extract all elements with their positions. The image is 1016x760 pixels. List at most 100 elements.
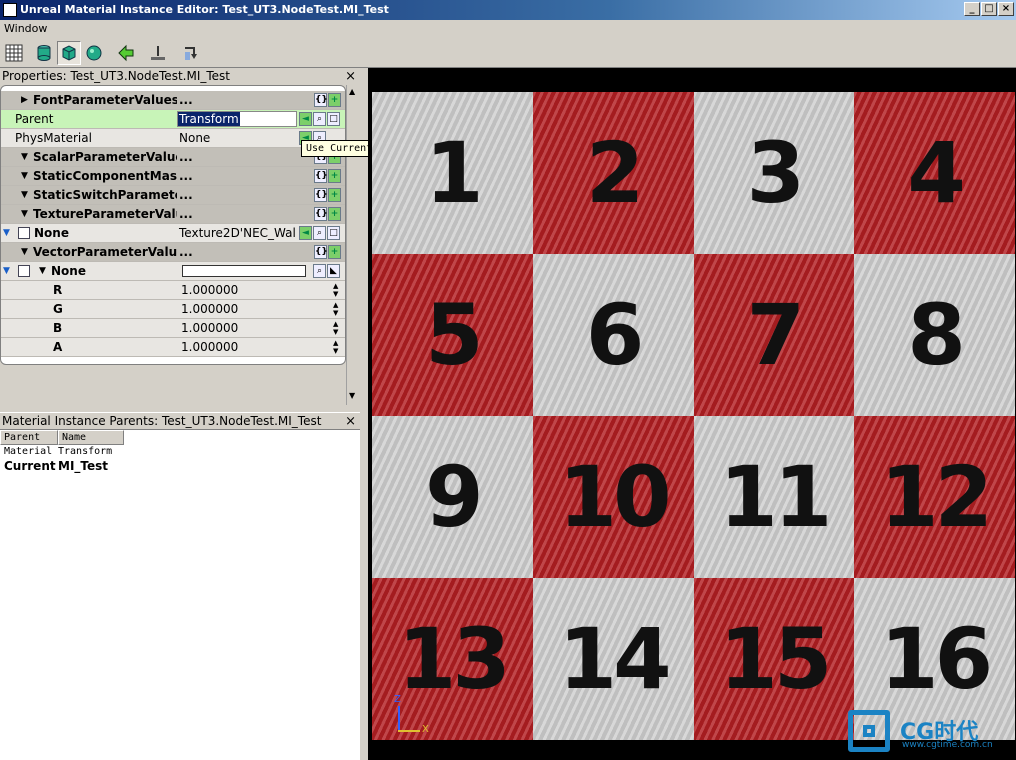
back-arrow-icon[interactable] — [114, 41, 138, 65]
property-row-physmaterial[interactable]: PhysMaterial None ◄ ⌕ — [1, 129, 345, 148]
parents-column-headers: Parent Name — [0, 430, 360, 445]
property-row-texture[interactable]: ▼ TextureParameterValue ... {} + — [1, 205, 345, 224]
property-name: VectorParameterValues — [33, 245, 177, 259]
property-row-b[interactable]: B 1.000000 ▲ ▼ — [1, 319, 345, 338]
menu-bar: Window — [0, 20, 1016, 38]
empty-array-icon[interactable]: {} — [314, 188, 328, 202]
empty-array-icon[interactable]: {} — [314, 245, 328, 259]
parent-cell: Material — [4, 446, 53, 457]
add-item-icon[interactable]: + — [328, 169, 341, 183]
cylinder-icon[interactable] — [32, 41, 56, 65]
texture-tile-3: 3 — [693, 92, 855, 254]
property-row-font[interactable]: ▶ FontParameterValues ... {} + — [1, 91, 345, 110]
texture-tile-15: 15 — [693, 578, 855, 740]
clear-icon[interactable]: □ — [327, 112, 340, 126]
property-value: ... — [179, 207, 193, 221]
property-row-texture-item[interactable]: ▼ None Texture2D'NEC_Walls. ◄ ⌕ □ — [1, 224, 345, 243]
list-item[interactable]: Current MI_Test — [0, 459, 360, 473]
property-row-staticmask[interactable]: ▼ StaticComponentMask ... {} + — [1, 167, 345, 186]
use-selection-icon[interactable]: ◄ — [299, 226, 312, 240]
property-row-a[interactable]: A 1.000000 ▲ ▼ — [1, 338, 345, 357]
scroll-down-icon[interactable]: ▼ — [349, 391, 355, 400]
parents-close-icon[interactable]: × — [345, 413, 356, 430]
find-in-browser-icon[interactable]: ⌕ — [313, 112, 326, 126]
spinner-icon[interactable]: ▲ ▼ — [333, 301, 343, 318]
property-name: PhysMaterial — [15, 131, 92, 145]
find-in-browser-icon[interactable]: ⌕ — [313, 226, 326, 240]
texture-tile-2: 2 — [532, 92, 694, 254]
properties-scrollbar[interactable]: ▲ ▼ — [346, 85, 360, 405]
list-item[interactable]: Material Transform — [0, 445, 360, 459]
texture-tile-6: 6 — [532, 254, 694, 416]
grid-icon[interactable] — [2, 41, 26, 65]
close-button[interactable]: × — [998, 2, 1014, 16]
property-grid: ▶ FontParameterValues ... {} + Parent Tr… — [1, 91, 345, 357]
properties-title: Properties: Test_UT3.NodeTest.MI_Test — [2, 69, 230, 83]
texture-tile-11: 11 — [693, 416, 855, 578]
parents-list: Parent Name Material Transform Current M… — [0, 429, 360, 760]
cube-icon[interactable] — [57, 41, 81, 65]
color-picker-icon[interactable]: ◣ — [327, 264, 340, 278]
add-item-icon[interactable]: + — [328, 93, 341, 107]
property-name: StaticComponentMask — [33, 169, 177, 183]
property-row-scalar[interactable]: ▼ ScalarParameterValues ... {} + — [1, 148, 345, 167]
texture-tile-10: 10 — [532, 416, 694, 578]
color-swatch[interactable] — [182, 265, 306, 277]
sphere-icon[interactable] — [82, 41, 106, 65]
cg-logo-icon — [848, 710, 890, 752]
property-name: ScalarParameterValues — [33, 150, 177, 164]
empty-array-icon[interactable]: {} — [314, 169, 328, 183]
property-row-staticswitch[interactable]: ▼ StaticSwitchParameter ... {} + — [1, 186, 345, 205]
menu-window[interactable]: Window — [4, 22, 47, 35]
property-value: ... — [179, 245, 193, 259]
property-row-vector[interactable]: ▼ VectorParameterValues ... {} + — [1, 243, 345, 262]
add-item-icon[interactable]: + — [328, 207, 341, 221]
property-name: None — [51, 264, 86, 278]
property-value: ... — [179, 150, 193, 164]
rotate-icon[interactable] — [178, 41, 202, 65]
find-in-browser-icon[interactable]: ⌕ — [313, 264, 326, 278]
property-value[interactable]: 1.000000 — [179, 319, 299, 338]
maximize-button[interactable]: □ — [981, 2, 997, 16]
column-header-name[interactable]: Name — [58, 430, 124, 445]
texture-tile-7: 7 — [693, 254, 855, 416]
property-row-vector-item[interactable]: ▼ ▼ None ⌕ ◣ — [1, 262, 345, 281]
place-object-icon[interactable] — [146, 41, 170, 65]
spinner-icon[interactable]: ▲ ▼ — [333, 282, 343, 299]
texture-tile-14: 14 — [532, 578, 694, 740]
texture-tile-9: 9 — [372, 416, 533, 578]
empty-array-icon[interactable]: {} — [314, 207, 328, 221]
z-axis-label: Z — [394, 694, 401, 705]
properties-close-icon[interactable]: × — [345, 68, 356, 85]
property-row-r[interactable]: R 1.000000 ▲ ▼ — [1, 281, 345, 300]
empty-array-icon[interactable]: {} — [314, 93, 328, 107]
property-row-parent[interactable]: Parent Transform ◄ ⌕ □ — [1, 110, 345, 129]
watermark-url: www.cgtime.com.cn — [902, 740, 993, 750]
use-selection-icon[interactable]: ◄ — [299, 112, 312, 126]
spinner-icon[interactable]: ▲ ▼ — [333, 320, 343, 337]
property-name: Parent — [15, 112, 54, 126]
property-name: A — [53, 340, 63, 354]
property-row-g[interactable]: G 1.000000 ▲ ▼ — [1, 300, 345, 319]
parent-input-value: Transform — [178, 112, 240, 126]
property-value: ... — [179, 188, 193, 202]
spinner-icon[interactable]: ▲ ▼ — [333, 339, 343, 356]
property-value[interactable]: 1.000000 — [179, 300, 299, 319]
property-value: ... — [179, 169, 193, 183]
clear-icon[interactable]: □ — [327, 226, 340, 240]
texture-preview[interactable]: 1 2 3 4 5 6 7 8 9 10 11 12 13 14 15 16 — [372, 92, 1015, 740]
add-item-icon[interactable]: + — [328, 245, 341, 259]
property-grid-panel: ▶ FontParameterValues ... {} + Parent Tr… — [0, 85, 346, 365]
name-cell: Transform — [58, 446, 113, 457]
z-axis-line — [398, 706, 400, 732]
property-value[interactable]: 1.000000 — [179, 338, 299, 357]
add-item-icon[interactable]: + — [328, 188, 341, 202]
scroll-up-icon[interactable]: ▲ — [349, 87, 355, 96]
texture-tile-12: 12 — [854, 416, 1015, 578]
minimize-button[interactable]: _ — [964, 2, 980, 16]
texture-tile-4: 4 — [854, 92, 1015, 254]
column-header-parent[interactable]: Parent — [0, 430, 58, 445]
parent-input[interactable]: Transform — [177, 111, 297, 127]
property-value[interactable]: 1.000000 — [179, 281, 299, 300]
x-axis-line — [398, 730, 420, 732]
